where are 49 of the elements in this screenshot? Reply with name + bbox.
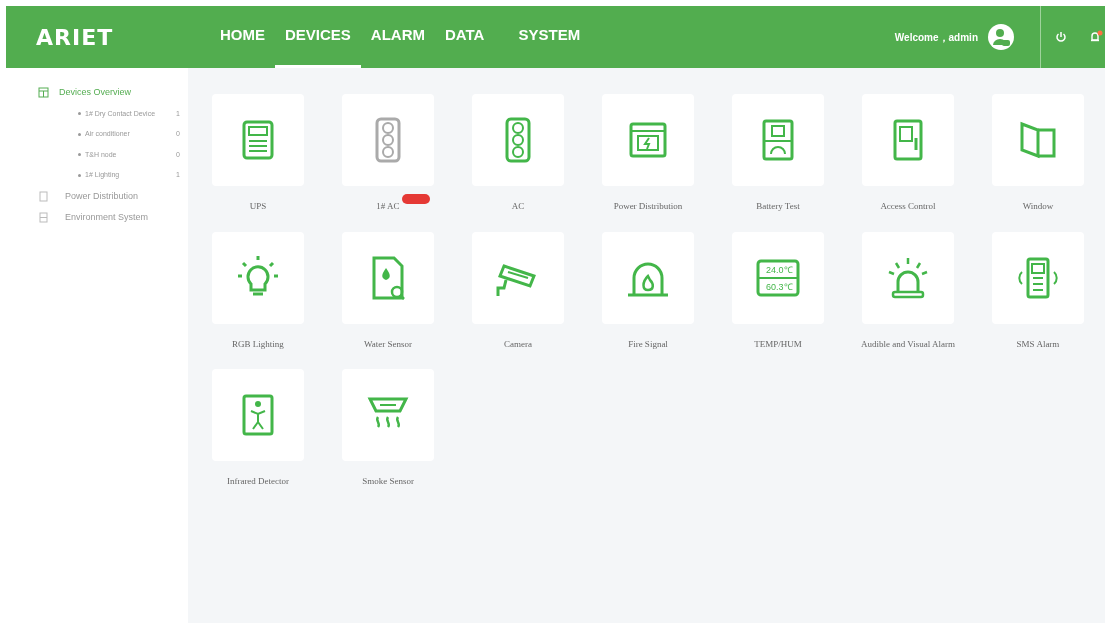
device-tile[interactable]: 24.0℃ 60.3℃ xyxy=(732,231,824,324)
device-label: TEMP/HUM xyxy=(754,337,802,351)
device-label: Battery Test xyxy=(756,200,800,213)
device-tile[interactable] xyxy=(342,231,434,324)
device-tile[interactable] xyxy=(862,94,954,186)
device-tile[interactable] xyxy=(602,94,694,186)
device-label: Infrared Detector xyxy=(226,475,290,488)
box-icon xyxy=(38,190,49,202)
device-label: Water Sensor xyxy=(364,337,412,351)
device-tile[interactable] xyxy=(992,231,1084,324)
device-label: Smoke Sensor xyxy=(362,475,414,488)
device-label: 1# AC xyxy=(376,200,400,213)
power-icon[interactable] xyxy=(1055,31,1067,43)
grid-icon xyxy=(38,87,49,99)
device-tile[interactable] xyxy=(862,231,954,324)
nav-tab[interactable]: SYSTEM xyxy=(508,6,591,68)
device-tile[interactable] xyxy=(212,231,304,324)
device-label: SMS Alarm xyxy=(1016,337,1060,351)
sidebar-item[interactable]: Devices Overview xyxy=(6,82,188,104)
device-tile[interactable] xyxy=(342,369,434,461)
nav-tab[interactable]: DATA xyxy=(435,6,495,68)
device-label: Fire Signal xyxy=(628,337,668,351)
device-label: Window xyxy=(1022,200,1054,213)
device-label: Audible and Visual Alarm xyxy=(861,337,955,351)
list-icon xyxy=(38,212,49,224)
nav-tab[interactable]: ALARM xyxy=(360,6,435,68)
reading-text: 60.3℃ xyxy=(766,281,793,292)
device-label: Camera xyxy=(504,337,532,351)
bell-icon[interactable] xyxy=(1089,30,1103,44)
sidebar-item[interactable]: Power Distribution xyxy=(6,185,188,207)
device-tile[interactable] xyxy=(602,231,694,324)
nav-tab[interactable]: HOME xyxy=(210,6,275,68)
device-tile[interactable] xyxy=(992,94,1084,186)
device-tile[interactable] xyxy=(342,94,434,186)
device-tile[interactable] xyxy=(472,231,564,324)
avatar-icon[interactable] xyxy=(988,24,1014,50)
device-tile[interactable] xyxy=(212,94,304,186)
sidebar-item[interactable]: Environment System xyxy=(6,207,188,229)
device-label: RGB Lighting xyxy=(232,337,284,351)
device-label: Power Distribution xyxy=(613,200,683,213)
device-tile[interactable] xyxy=(472,94,564,186)
device-label: AC xyxy=(511,200,525,213)
reading-text: 24.0℃ xyxy=(766,264,793,275)
device-label: Access Control xyxy=(880,200,936,213)
logo: ARIET xyxy=(35,23,115,52)
welcome-text: Welcome，admin xyxy=(894,30,978,45)
device-tile[interactable] xyxy=(732,94,824,186)
device-tile[interactable] xyxy=(212,369,304,461)
device-label: UPS xyxy=(249,200,267,213)
